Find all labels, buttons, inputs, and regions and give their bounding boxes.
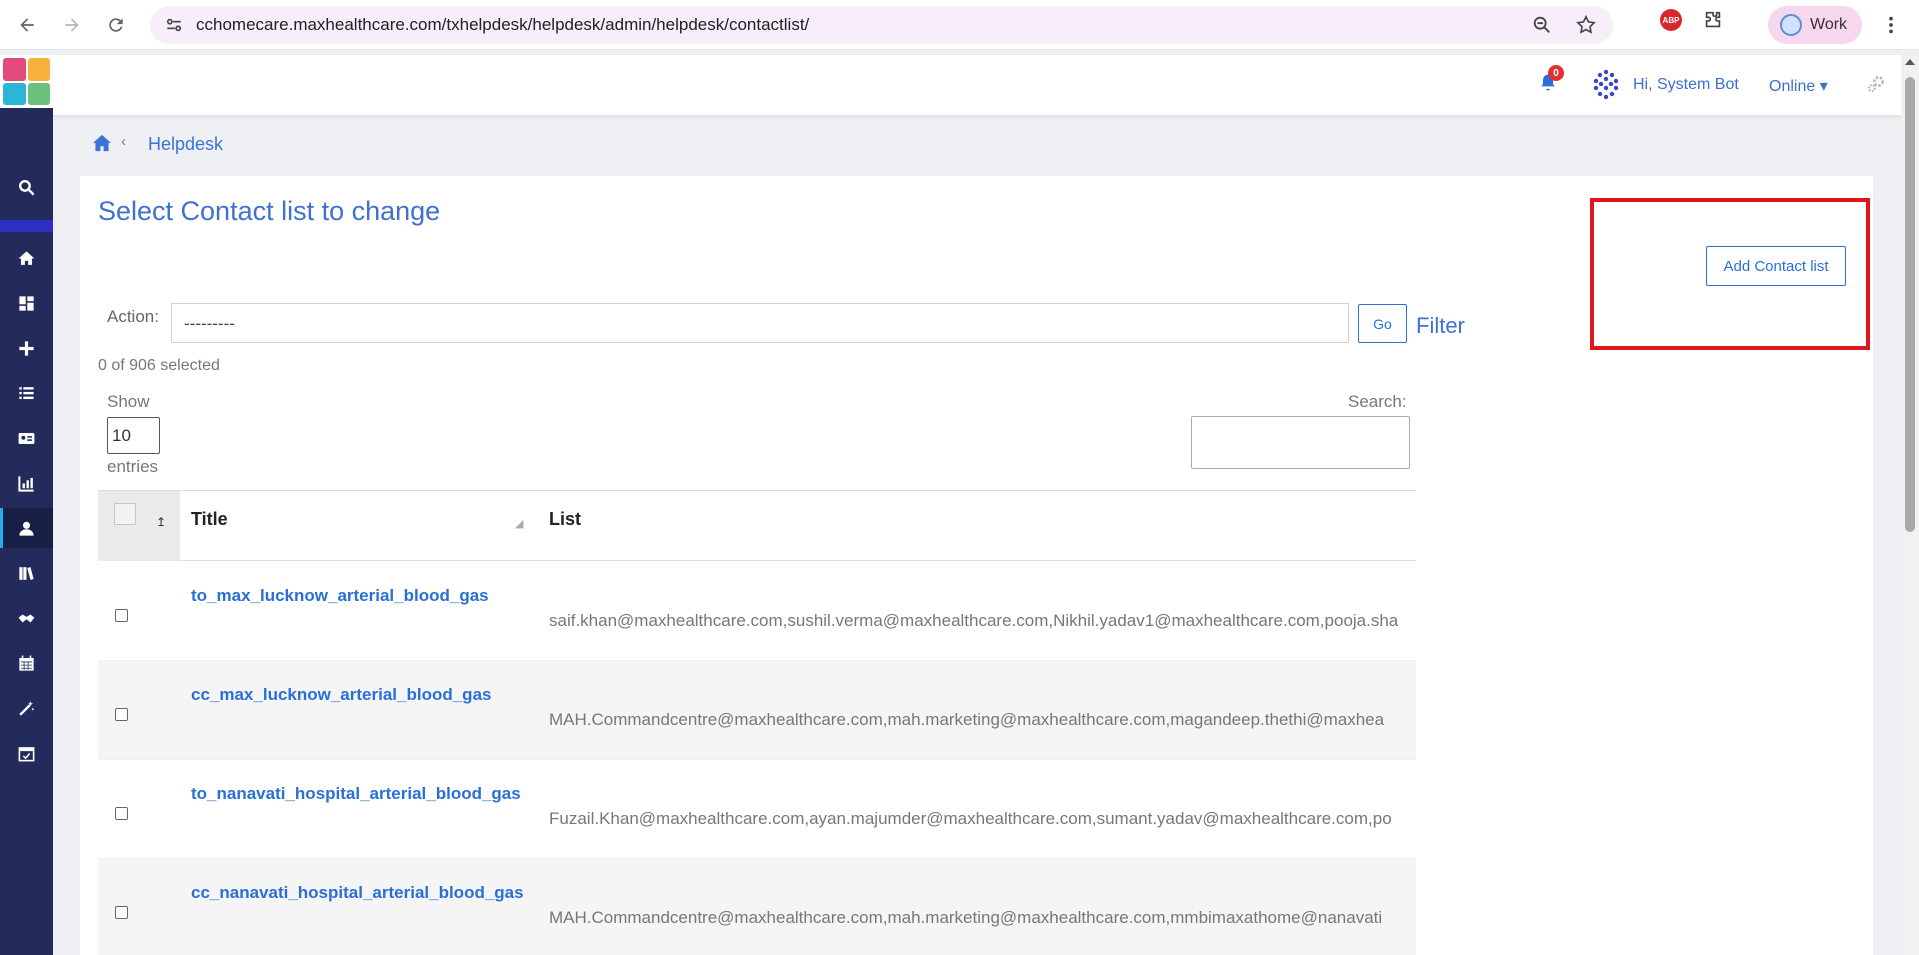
row-title-link[interactable]: to_nanavati_hospital_arterial_blood_gas: [191, 784, 521, 804]
action-label: Action:: [107, 307, 159, 326]
scroll-up-arrow-icon[interactable]: [1905, 59, 1915, 65]
status-dropdown[interactable]: Online ▾: [1769, 76, 1828, 96]
row-list-value: Fuzail.Khan@maxhealthcare.com,ayan.majum…: [549, 809, 1392, 828]
forward-arrow-icon[interactable]: [59, 12, 85, 38]
column-header-title[interactable]: Title: [191, 509, 228, 530]
bookmark-star-icon[interactable]: [1575, 14, 1597, 36]
reload-icon[interactable]: [103, 12, 129, 38]
row-checkbox[interactable]: [115, 708, 128, 721]
sort-icon[interactable]: ◢: [515, 517, 523, 530]
row-list-value: saif.khan@maxhealthcare.com,sushil.verma…: [549, 611, 1399, 630]
row-list-value: MAH.Commandcentre@maxhealthcare.com,mah.…: [549, 908, 1383, 927]
browser-toolbar: cchomecare.maxhealthcare.com/txhelpdesk/…: [0, 0, 1919, 50]
user-avatar-icon[interactable]: [1590, 68, 1622, 100]
zoom-icon[interactable]: [1531, 14, 1553, 36]
row-title-link[interactable]: cc_nanavati_hospital_arterial_blood_gas: [191, 883, 524, 903]
row-list-value: MAH.Commandcentre@maxhealthcare.com,mah.…: [549, 710, 1385, 729]
search-label: Search:: [1348, 392, 1407, 411]
notification-count-badge: 0: [1548, 65, 1564, 81]
calendar-check-icon[interactable]: [0, 733, 53, 773]
table-row: to_nanavati_hospital_arterial_blood_gas …: [98, 760, 1416, 859]
extensions-puzzle-icon[interactable]: [1702, 9, 1724, 31]
breadcrumb-home-icon[interactable]: [92, 134, 112, 152]
browser-menu-icon[interactable]: [1880, 13, 1902, 37]
row-checkbox[interactable]: [115, 807, 128, 820]
sort-up-icon[interactable]: ↥: [156, 515, 166, 529]
table-row: cc_nanavati_hospital_arterial_blood_gas …: [98, 859, 1416, 955]
page-scrollbar[interactable]: [1901, 55, 1919, 955]
table-header: ↥ Title ◢ List: [98, 491, 1416, 561]
site-settings-icon[interactable]: [164, 15, 184, 35]
show-label: Show: [107, 392, 150, 411]
select-all-checkbox[interactable]: [114, 503, 136, 525]
entries-label: entries: [107, 457, 159, 476]
user-icon[interactable]: [0, 508, 53, 548]
magic-wand-icon[interactable]: [0, 688, 53, 728]
profile-label: Work: [1810, 16, 1848, 33]
row-title-link[interactable]: cc_max_lucknow_arterial_blood_gas: [191, 685, 491, 705]
entries-per-page-select[interactable]: 10: [107, 417, 160, 454]
app-logo[interactable]: [0, 55, 53, 108]
contact-list-table: ↥ Title ◢ List to_max_lucknow_arterial_b…: [98, 490, 1416, 955]
calendar-icon[interactable]: [0, 643, 53, 683]
table-row: cc_max_lucknow_arterial_blood_gas MAH.Co…: [98, 661, 1416, 760]
breadcrumb-separator: ‹: [121, 133, 126, 150]
add-icon[interactable]: [0, 328, 53, 368]
action-select[interactable]: ---------: [171, 303, 1349, 343]
address-bar[interactable]: cchomecare.maxhealthcare.com/txhelpdesk/…: [150, 6, 1613, 44]
row-checkbox[interactable]: [115, 906, 128, 919]
profile-avatar-icon: [1780, 14, 1802, 36]
app-header: 0 Hi, System Bot Online ▾: [53, 55, 1901, 115]
contact-card-icon[interactable]: [0, 418, 53, 458]
library-books-icon[interactable]: [0, 553, 53, 593]
home-icon[interactable]: [0, 238, 53, 278]
column-header-list[interactable]: List: [549, 509, 581, 530]
scrollbar-thumb[interactable]: [1905, 77, 1915, 532]
app-sidebar: [0, 55, 53, 955]
back-arrow-icon[interactable]: [14, 12, 40, 38]
search-icon[interactable]: [0, 167, 53, 207]
handshake-icon[interactable]: [0, 598, 53, 638]
filter-link[interactable]: Filter: [1416, 313, 1465, 339]
header-checkbox-cell: ↥: [98, 491, 180, 561]
add-contact-list-button[interactable]: Add Contact list: [1706, 246, 1846, 286]
sidebar-divider: [0, 220, 53, 232]
row-checkbox[interactable]: [115, 609, 128, 622]
page-title: Select Contact list to change: [98, 196, 441, 226]
url-text[interactable]: cchomecare.maxhealthcare.com/txhelpdesk/…: [196, 15, 809, 35]
search-input[interactable]: [1191, 416, 1410, 469]
user-greeting[interactable]: Hi, System Bot: [1633, 76, 1739, 94]
adblock-extension-icon[interactable]: ABP: [1660, 9, 1682, 31]
go-button[interactable]: Go: [1358, 304, 1407, 343]
profile-button[interactable]: Work: [1768, 6, 1862, 44]
dashboard-icon[interactable]: [0, 283, 53, 323]
reports-chart-icon[interactable]: [0, 463, 53, 503]
settings-gears-icon[interactable]: [1866, 74, 1886, 94]
row-title-link[interactable]: to_max_lucknow_arterial_blood_gas: [191, 586, 489, 606]
selected-count: 0 of 906 selected: [98, 357, 220, 374]
table-row: to_max_lucknow_arterial_blood_gas saif.k…: [98, 562, 1416, 661]
breadcrumb-helpdesk[interactable]: Helpdesk: [148, 134, 223, 155]
list-icon[interactable]: [0, 373, 53, 413]
